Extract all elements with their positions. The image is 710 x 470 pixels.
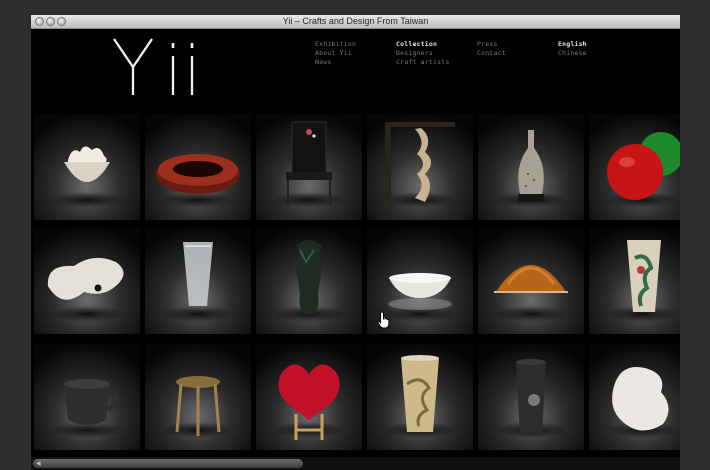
logo-mark bbox=[113, 38, 194, 95]
lacquer-chair-thumb-image bbox=[256, 114, 362, 220]
nav-news[interactable]: News bbox=[315, 58, 356, 67]
browser-window: Yii – Crafts and Design From Taiwan Exhi… bbox=[31, 15, 680, 470]
speckled-vase-thumb[interactable] bbox=[478, 114, 584, 220]
carved-wood-stand-thumb[interactable] bbox=[367, 114, 473, 220]
nav-column-main: Exhibition About Yii News bbox=[315, 40, 356, 67]
dark-mug-thumb-image bbox=[34, 344, 140, 450]
red-heart-chair-thumb[interactable] bbox=[256, 344, 362, 450]
dragon-cup-thumb[interactable] bbox=[367, 344, 473, 450]
nav-collection[interactable]: Collection bbox=[396, 40, 449, 49]
title-bar: Yii – Crafts and Design From Taiwan bbox=[31, 15, 680, 29]
dark-sculpture-vase-thumb[interactable] bbox=[256, 228, 362, 334]
nav-exhibition[interactable]: Exhibition bbox=[315, 40, 356, 49]
white-pebble-thumb-image bbox=[589, 344, 680, 450]
wood-stool-thumb[interactable] bbox=[145, 344, 251, 450]
red-lacquer-ring-thumb[interactable] bbox=[145, 114, 251, 220]
scrollbar-thumb[interactable] bbox=[33, 459, 303, 468]
lang-english[interactable]: English bbox=[558, 40, 587, 49]
amber-dome-lamp-thumb[interactable] bbox=[478, 228, 584, 334]
lang-chinese[interactable]: Chinese bbox=[558, 49, 587, 58]
dragon-cup-thumb-image bbox=[367, 344, 473, 450]
amber-dome-lamp-thumb-image bbox=[478, 228, 584, 334]
glass-cup-thumb[interactable] bbox=[145, 228, 251, 334]
red-lacquer-ring-thumb-image bbox=[145, 114, 251, 220]
white-bean-sofa-thumb[interactable] bbox=[34, 228, 140, 334]
horizontal-scrollbar[interactable]: ◀ bbox=[31, 457, 680, 470]
dark-sculpture-vase-thumb-image bbox=[256, 228, 362, 334]
wood-stool-thumb-image bbox=[145, 344, 251, 450]
painted-cup-thumb[interactable] bbox=[589, 228, 680, 334]
lacquer-chair-thumb[interactable] bbox=[256, 114, 362, 220]
scroll-left-arrow-icon[interactable]: ◀ bbox=[36, 460, 41, 467]
nav-contact[interactable]: Contact bbox=[477, 49, 506, 58]
nav-craft-artists[interactable]: Craft artists bbox=[396, 58, 449, 67]
carved-wood-stand-thumb-image bbox=[367, 114, 473, 220]
speckled-vase-thumb-image bbox=[478, 114, 584, 220]
window-title: Yii – Crafts and Design From Taiwan bbox=[282, 16, 429, 26]
nav-column-info: Press Contact bbox=[477, 40, 506, 58]
dark-tumbler-thumb[interactable] bbox=[478, 344, 584, 450]
crumpled-white-bowl-thumb-image bbox=[34, 114, 140, 220]
red-heart-chair-thumb-image bbox=[256, 344, 362, 450]
red-green-apples-thumb[interactable] bbox=[589, 114, 680, 220]
site-logo[interactable] bbox=[111, 37, 201, 97]
painted-cup-thumb-image bbox=[589, 228, 680, 334]
nav-column-collection: Collection Designers Craft artists bbox=[396, 40, 449, 67]
nav-column-language: English Chinese bbox=[558, 40, 587, 58]
dark-mug-thumb[interactable] bbox=[34, 344, 140, 450]
white-bean-sofa-thumb-image bbox=[34, 228, 140, 334]
crumpled-white-bowl-thumb[interactable] bbox=[34, 114, 140, 220]
dark-tumbler-thumb-image bbox=[478, 344, 584, 450]
red-green-apples-thumb-image bbox=[589, 114, 680, 220]
nav-designers[interactable]: Designers bbox=[396, 49, 449, 58]
nav-about[interactable]: About Yii bbox=[315, 49, 356, 58]
hand-cursor-icon bbox=[377, 311, 390, 329]
glass-cup-thumb-image bbox=[145, 228, 251, 334]
white-pebble-thumb[interactable] bbox=[589, 344, 680, 450]
nav-press[interactable]: Press bbox=[477, 40, 506, 49]
